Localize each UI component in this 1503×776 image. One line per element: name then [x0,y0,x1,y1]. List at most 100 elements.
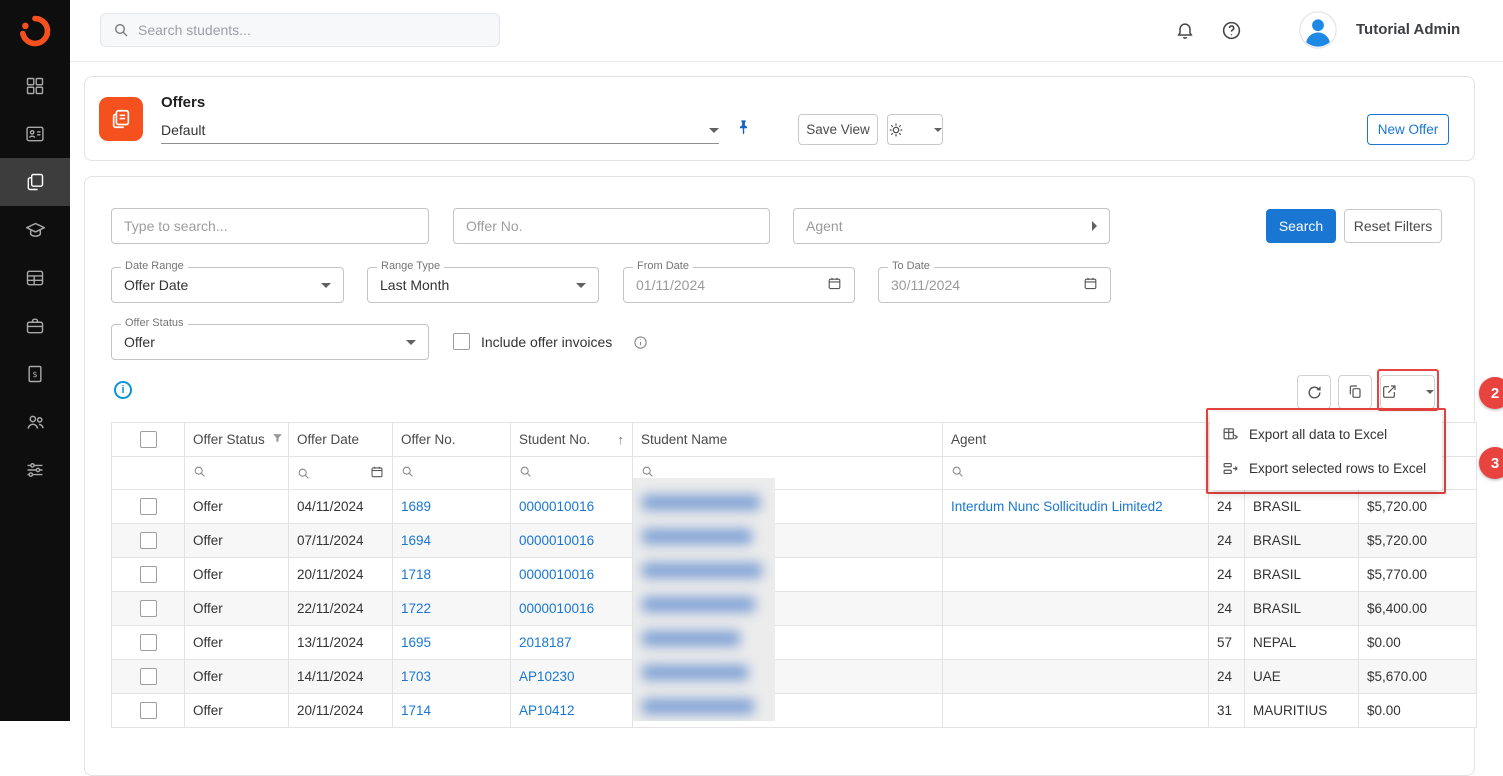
sidebar-item-offers[interactable] [0,158,70,206]
student-no-link[interactable]: AP10230 [519,669,575,684]
filter-cell[interactable] [393,457,511,490]
amount-cell: $5,720.00 [1359,524,1477,558]
save-view-button[interactable]: Save View [798,114,878,145]
student-no-link[interactable]: 0000010016 [519,567,594,582]
offer-no-link[interactable]: 1714 [401,703,431,718]
agent-cell [943,592,1209,626]
sidebar-item-invoices[interactable]: $ [0,350,70,398]
topbar: Tutorial Admin [70,0,1503,62]
filter-cell[interactable] [511,457,633,490]
sidebar-item-dashboard[interactable] [0,62,70,110]
help-button[interactable] [1221,20,1242,44]
offer-no-input[interactable] [466,218,757,234]
sidebar-item-contacts[interactable] [0,110,70,158]
app-logo[interactable] [0,0,70,62]
agent-select[interactable]: Agent [793,208,1110,244]
offer-date-cell: 14/11/2024 [289,660,393,694]
col-student-no[interactable]: Student No. ↑ [511,423,633,457]
keyword-search-input[interactable] [124,218,416,234]
offer-no-link[interactable]: 1695 [401,635,431,650]
student-no-link[interactable]: 0000010016 [519,533,594,548]
col-offer-status[interactable]: Offer Status [185,423,289,457]
date-range-select[interactable]: Date Range Offer Date [111,267,344,303]
row-checkbox[interactable] [140,702,157,719]
offer-no-field[interactable] [453,208,770,244]
offer-no-cell: 1718 [393,558,511,592]
offer-date-cell: 13/11/2024 [289,626,393,660]
keyword-search-field[interactable] [111,208,429,244]
offer-status-cell: Offer [185,524,289,558]
view-settings-button[interactable] [887,114,943,145]
info-alert-icon[interactable]: i [114,381,132,399]
invoice-icon: $ [25,364,45,384]
row-checkbox[interactable] [140,566,157,583]
export-button[interactable] [1380,375,1435,409]
briefcase-icon [25,316,45,336]
student-no-cell: 0000010016 [511,558,633,592]
to-date-field[interactable]: To Date 30/11/2024 [878,267,1111,303]
table-grid-icon [25,268,45,288]
row-checkbox[interactable] [140,600,157,617]
calendar-icon[interactable] [1083,276,1098,294]
row-checkbox[interactable] [140,634,157,651]
student-no-link[interactable]: 0000010016 [519,601,594,616]
offer-status-select[interactable]: Offer Status Offer [111,324,429,360]
global-search-input[interactable] [138,22,487,38]
graduation-cap-icon [25,220,46,241]
new-offer-button[interactable]: New Offer [1367,114,1449,145]
sidebar-item-courses[interactable] [0,206,70,254]
offer-no-link[interactable]: 1722 [401,601,431,616]
menu-item-export-all[interactable]: Export all data to Excel [1210,417,1442,451]
offer-date-cell: 20/11/2024 [289,558,393,592]
col-label: Student No. [519,432,590,447]
col-offer-no[interactable]: Offer No. [393,423,511,457]
sort-asc-icon[interactable]: ↑ [618,432,625,447]
col-agent[interactable]: Agent [943,423,1209,457]
row-checkbox[interactable] [140,668,157,685]
global-search[interactable] [100,13,500,47]
offer-no-link[interactable]: 1718 [401,567,431,582]
range-type-select[interactable]: Range Type Last Month [367,267,599,303]
offer-no-link[interactable]: 1694 [401,533,431,548]
offer-no-link[interactable]: 1689 [401,499,431,514]
filter-funnel-icon[interactable] [271,432,284,448]
user-avatar[interactable] [1299,11,1337,49]
user-name[interactable]: Tutorial Admin [1356,21,1460,38]
age-cell: 24 [1209,558,1245,592]
filter-cell[interactable] [943,457,1209,490]
refresh-button[interactable] [1297,375,1331,409]
offer-status-cell: Offer [185,660,289,694]
sliders-icon [25,460,45,480]
agent-link[interactable]: Interdum Nunc Sollicitudin Limited2 [951,499,1163,514]
calendar-icon[interactable] [370,465,384,482]
copy-button[interactable] [1338,375,1372,409]
select-all-checkbox[interactable] [140,431,157,448]
student-no-cell: 0000010016 [511,524,633,558]
sidebar-item-settings[interactable] [0,446,70,494]
student-no-link[interactable]: 2018187 [519,635,572,650]
search-button[interactable]: Search [1266,209,1336,243]
from-date-field[interactable]: From Date 01/11/2024 [623,267,855,303]
pin-view-button[interactable] [735,119,752,139]
view-selector[interactable]: Default [161,117,719,144]
include-invoices-checkbox[interactable] [453,333,470,350]
student-no-link[interactable]: AP10412 [519,703,575,718]
student-no-cell: 0000010016 [511,490,633,524]
offer-no-link[interactable]: 1703 [401,669,431,684]
col-offer-date[interactable]: Offer Date [289,423,393,457]
avatar-icon [1299,11,1337,49]
calendar-icon[interactable] [827,276,842,294]
filter-cell[interactable] [185,457,289,490]
from-date-label: From Date [633,261,693,272]
row-checkbox[interactable] [140,498,157,515]
student-no-link[interactable]: 0000010016 [519,499,594,514]
sidebar-item-boards[interactable] [0,254,70,302]
notifications-button[interactable] [1175,20,1195,43]
col-student-name[interactable]: Student Name [633,423,943,457]
row-checkbox[interactable] [140,532,157,549]
sidebar-item-agents[interactable] [0,398,70,446]
sidebar-item-services[interactable] [0,302,70,350]
reset-filters-button[interactable]: Reset Filters [1344,209,1442,243]
menu-item-export-selected[interactable]: Export selected rows to Excel [1210,451,1442,485]
filter-cell[interactable] [289,457,393,490]
